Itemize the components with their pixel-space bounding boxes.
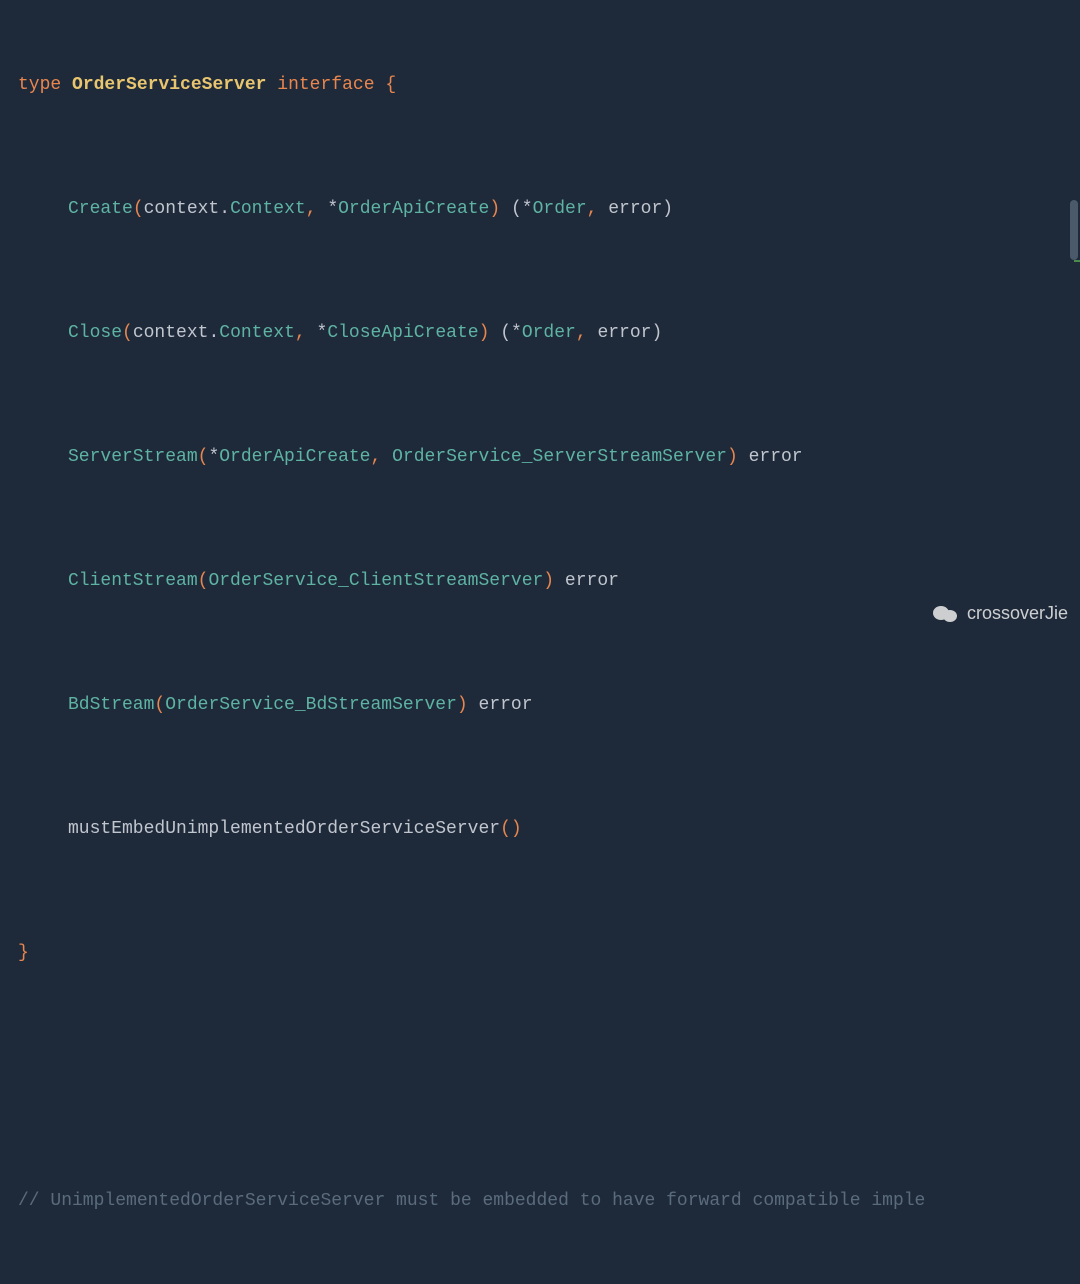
scrollbar-thumb[interactable]	[1070, 200, 1078, 260]
watermark: crossoverJie	[933, 602, 1068, 624]
change-indicator	[1074, 260, 1080, 262]
code-line: type OrderServiceServer interface {	[12, 70, 1080, 101]
code-line-comment: // UnimplementedOrderServiceServer must …	[12, 1186, 1080, 1217]
code-line: mustEmbedUnimplementedOrderServiceServer…	[12, 814, 1080, 845]
code-line: BdStream(OrderService_BdStreamServer) er…	[12, 690, 1080, 721]
wechat-icon	[933, 602, 961, 624]
code-line: Close(context.Context, *CloseApiCreate) …	[12, 318, 1080, 349]
code-line: ClientStream(OrderService_ClientStreamSe…	[12, 566, 1080, 597]
code-line-empty	[12, 1062, 1080, 1093]
watermark-text: crossoverJie	[967, 603, 1068, 624]
code-editor[interactable]: type OrderServiceServer interface { Crea…	[0, 0, 1080, 1284]
code-line: }	[12, 938, 1080, 969]
code-line: ServerStream(*OrderApiCreate, OrderServi…	[12, 442, 1080, 473]
code-line: Create(context.Context, *OrderApiCreate)…	[12, 194, 1080, 225]
